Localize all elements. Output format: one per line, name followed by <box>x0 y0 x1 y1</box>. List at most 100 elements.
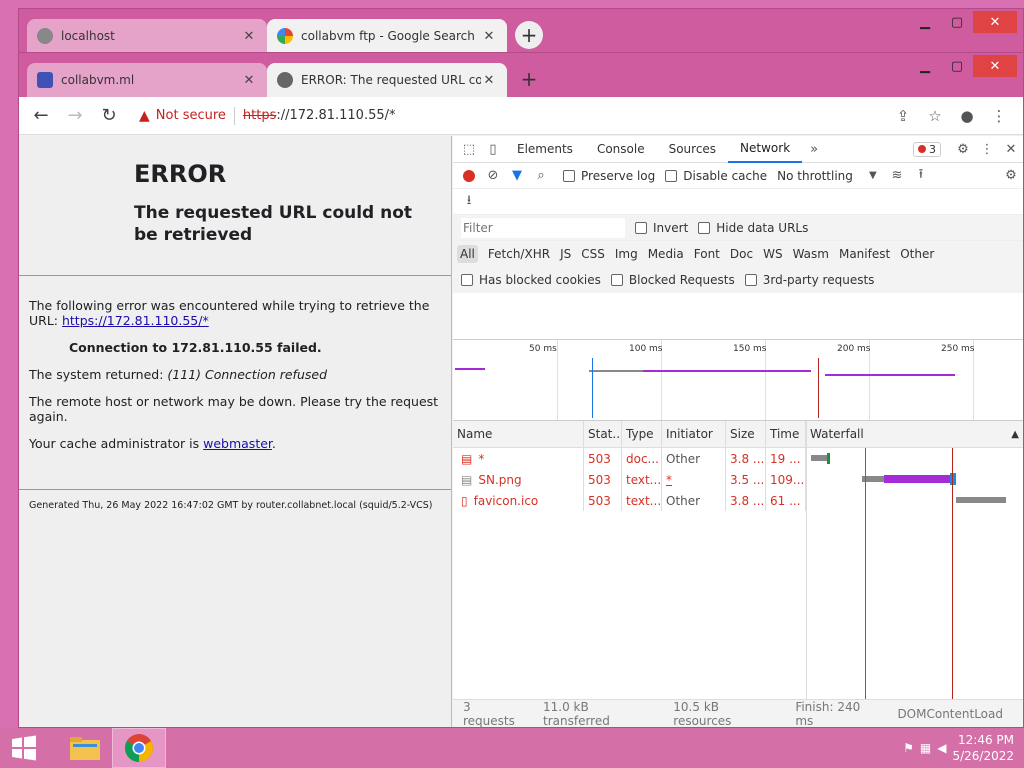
close-icon[interactable]: ✕ <box>481 73 497 88</box>
type-img[interactable]: Img <box>615 247 638 261</box>
table-row[interactable]: ▤ SN.png 503 text... * 3.5 ... 109... <box>453 469 1023 490</box>
tick-label: 100 ms <box>629 344 663 354</box>
start-button[interactable] <box>0 728 48 768</box>
chevron-down-icon[interactable]: ▼ <box>861 165 885 187</box>
volume-icon[interactable]: ◀ <box>937 741 946 755</box>
type-wasm[interactable]: Wasm <box>793 247 829 261</box>
close-window-icon[interactable]: ✕ <box>973 11 1017 33</box>
globe-icon <box>277 72 293 88</box>
type-ws[interactable]: WS <box>763 247 782 261</box>
col-size[interactable]: Size <box>726 421 766 447</box>
clock[interactable]: 12:46 PM 5/26/2022 <box>952 732 1014 764</box>
type-css[interactable]: CSS <box>581 247 605 261</box>
type-js[interactable]: JS <box>560 247 571 261</box>
close-devtools-icon[interactable]: ✕ <box>999 138 1023 160</box>
col-name[interactable]: Name <box>453 421 584 447</box>
chrome-taskbar-icon[interactable] <box>112 728 166 768</box>
chrome-icon <box>125 734 153 762</box>
menu-kebab-icon[interactable]: ⋮ <box>983 102 1015 130</box>
blocked-requests-checkbox[interactable]: Blocked Requests <box>610 273 735 287</box>
third-party-checkbox[interactable]: 3rd-party requests <box>744 273 874 287</box>
disable-cache-checkbox[interactable]: Disable cache <box>665 169 767 183</box>
tab-network[interactable]: Network <box>728 136 803 163</box>
tab-sources[interactable]: Sources <box>657 136 728 163</box>
table-header: Name Stat... Type Initiator Size Time Wa… <box>453 421 1023 448</box>
close-icon[interactable]: ✕ <box>481 29 497 44</box>
back-tab-google-search[interactable]: collabvm ftp - Google Search ✕ <box>267 19 507 53</box>
throttling-select[interactable]: No throttling <box>777 169 853 183</box>
forward-arrow-icon[interactable]: → <box>61 102 89 130</box>
maximize-icon[interactable]: ▢ <box>941 11 973 33</box>
export-har-icon[interactable]: ⭳ <box>457 191 481 213</box>
tab-elements[interactable]: Elements <box>505 136 585 163</box>
col-status[interactable]: Stat... <box>584 421 622 447</box>
col-type[interactable]: Type <box>622 421 662 447</box>
filter-row: Invert Hide data URLs <box>453 215 1023 241</box>
new-tab-button[interactable]: + <box>515 65 543 93</box>
network-settings-icon[interactable]: ⚙ <box>999 165 1023 187</box>
hide-data-urls-checkbox[interactable]: Hide data URLs <box>698 221 808 235</box>
col-time[interactable]: Time <box>766 421 806 447</box>
col-waterfall[interactable]: Waterfall ▲ <box>806 421 1023 447</box>
network-overview: 50 ms 100 ms 150 ms 200 ms 250 ms <box>453 339 1023 421</box>
initiator-link[interactable]: * <box>662 469 726 490</box>
type-other[interactable]: Other <box>900 247 934 261</box>
tab-collabvm[interactable]: collabvm.ml ✕ <box>27 63 267 97</box>
device-toggle-icon[interactable]: ▯ <box>481 138 505 160</box>
reload-icon[interactable]: ↻ <box>95 102 123 130</box>
table-row[interactable]: ▤ * 503 doc... Other 3.8 ... 19 ... <box>453 448 1023 469</box>
minimize-icon[interactable]: ▁ <box>909 55 941 77</box>
close-icon[interactable]: ✕ <box>241 73 257 88</box>
file-explorer-taskbar-icon[interactable] <box>58 728 112 768</box>
preserve-log-checkbox[interactable]: Preserve log <box>563 169 655 183</box>
maximize-icon[interactable]: ▢ <box>941 55 973 77</box>
table-row[interactable]: ▯ favicon.ico 503 text... Other 3.8 ... 6… <box>453 490 1023 511</box>
share-icon[interactable]: ⇪ <box>887 102 919 130</box>
resources-size: 10.5 kB resources <box>673 699 732 728</box>
type-font[interactable]: Font <box>694 247 720 261</box>
type-fetch-xhr[interactable]: Fetch/XHR <box>488 247 550 261</box>
col-initiator[interactable]: Initiator <box>662 421 726 447</box>
bookmark-star-icon[interactable]: ☆ <box>919 102 951 130</box>
inspect-icon[interactable]: ⬚ <box>457 138 481 160</box>
devtools-tabbar: ⬚ ▯ Elements Console Sources Network » 3… <box>453 136 1023 163</box>
close-window-icon[interactable]: ✕ <box>973 55 1017 77</box>
type-doc[interactable]: Doc <box>730 247 753 261</box>
address-bar[interactable]: ▲ Not secure https ://172.81.110.55/* <box>129 101 887 131</box>
new-tab-button[interactable]: + <box>515 21 543 49</box>
clear-icon[interactable]: ⊘ <box>481 165 505 187</box>
type-manifest[interactable]: Manifest <box>839 247 890 261</box>
tab-error[interactable]: ERROR: The requested URL could ✕ <box>267 63 507 97</box>
more-tabs-icon[interactable]: » <box>802 138 826 160</box>
back-tab-localhost[interactable]: localhost ✕ <box>27 19 267 53</box>
requested-url-link[interactable]: https://172.81.110.55/* <box>62 313 209 328</box>
flag-icon[interactable]: ⚑ <box>903 741 914 755</box>
settings-gear-icon[interactable]: ⚙ <box>951 138 975 160</box>
error-count-badge[interactable]: 3 <box>913 141 941 157</box>
tab-console[interactable]: Console <box>585 136 657 163</box>
filter-input[interactable] <box>461 217 625 238</box>
record-icon[interactable] <box>463 169 475 182</box>
has-blocked-cookies-checkbox[interactable]: Has blocked cookies <box>461 273 601 287</box>
import-har-icon[interactable]: ⭱ <box>909 165 933 187</box>
back-arrow-icon[interactable]: ← <box>27 102 55 130</box>
type-all[interactable]: All <box>457 245 478 263</box>
profile-avatar-icon[interactable]: ● <box>951 102 983 130</box>
finish-time: Finish: 240 ms <box>795 699 861 728</box>
dcl-line <box>865 448 866 699</box>
system-tray: ⚑ ▦ ◀ 12:46 PM 5/26/2022 <box>903 732 1024 764</box>
search-icon[interactable]: ⌕ <box>529 165 553 187</box>
type-media[interactable]: Media <box>648 247 684 261</box>
devtools-menu-icon[interactable]: ⋮ <box>975 138 999 160</box>
network-icon[interactable]: ▦ <box>920 741 931 755</box>
overview-bar <box>589 370 643 372</box>
invert-checkbox[interactable]: Invert <box>635 221 688 235</box>
tab-title: localhost <box>61 29 115 43</box>
filter-funnel-icon[interactable]: ▼ <box>505 165 529 187</box>
dcl-marker <box>592 358 593 418</box>
network-conditions-icon[interactable]: ≋ <box>885 165 909 187</box>
security-label[interactable]: Not secure <box>156 108 226 123</box>
minimize-icon[interactable]: ▁ <box>909 11 941 33</box>
webmaster-link[interactable]: webmaster <box>203 436 272 451</box>
close-icon[interactable]: ✕ <box>241 29 257 44</box>
